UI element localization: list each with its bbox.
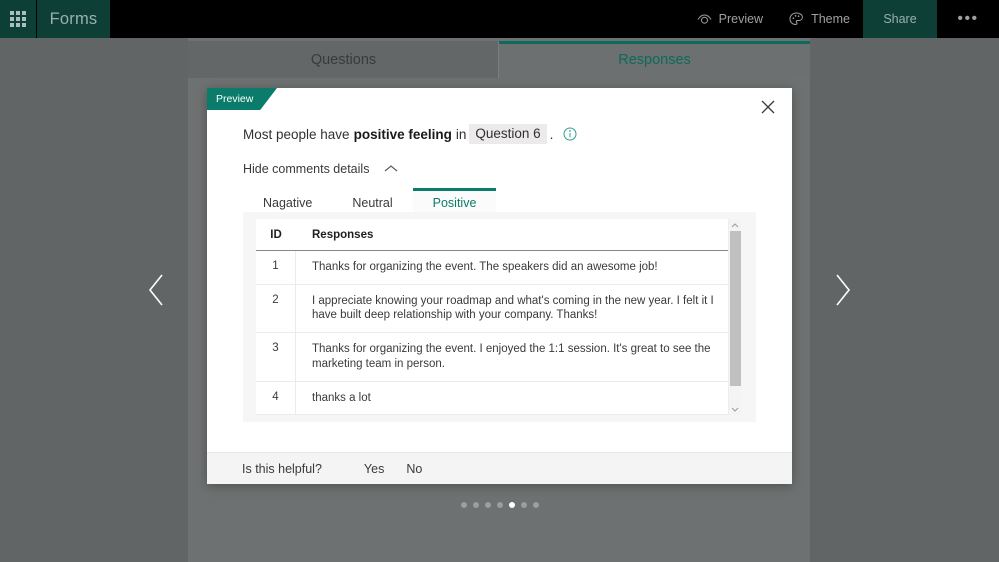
top-header-bar: Forms Preview Theme Share ••• (0, 0, 999, 38)
theme-label: Theme (811, 12, 850, 26)
close-dialog-button[interactable] (752, 94, 784, 124)
cell-id: 4 (256, 381, 296, 415)
question-chip[interactable]: Question 6 (469, 124, 547, 144)
column-header-responses: Responses (312, 228, 374, 241)
pagination-dot-active[interactable] (508, 502, 515, 508)
waffle-grid-icon (10, 11, 26, 27)
tab-questions-label: Questions (310, 51, 377, 68)
info-circle-icon[interactable] (563, 127, 577, 141)
scroll-down-icon[interactable] (729, 403, 741, 415)
brand-home-button[interactable]: Forms (36, 0, 110, 38)
column-header-id: ID (270, 228, 282, 241)
preview-button[interactable]: Preview (684, 0, 776, 38)
pagination-dot[interactable] (472, 502, 479, 508)
responses-table: ID Responses 1 Thanks for organizing the… (256, 219, 741, 415)
responses-table-panel: ID Responses 1 Thanks for organizing the… (243, 212, 756, 422)
table-row[interactable]: 3 Thanks for organizing the event. I enj… (256, 333, 741, 382)
tab-questions[interactable]: Questions (188, 41, 499, 78)
table-header-row: ID Responses (256, 219, 741, 251)
scroll-up-icon[interactable] (729, 219, 741, 231)
cell-response: Thanks for organizing the event. I enjoy… (312, 343, 711, 370)
chevron-up-icon (384, 160, 398, 178)
share-label: Share (883, 12, 917, 26)
sentiment-tab-positive-label: Positive (432, 196, 477, 210)
hide-comments-toggle[interactable]: Hide comments details (243, 160, 398, 178)
cell-id: 3 (256, 333, 296, 381)
scrollbar-thumb[interactable] (730, 231, 741, 386)
headline-middle: in (455, 126, 467, 142)
app-launcher-button[interactable] (0, 0, 36, 38)
scrollbar-track[interactable] (729, 231, 741, 403)
cell-response: Thanks for organizing the event. The spe… (312, 261, 658, 273)
brand-label: Forms (49, 9, 98, 28)
pagination-dot[interactable] (460, 502, 467, 508)
sentiment-tab-neutral-label: Neutral (352, 196, 393, 210)
share-button[interactable]: Share (863, 0, 937, 38)
close-icon (761, 100, 775, 119)
tab-responses-label: Responses (618, 51, 691, 68)
helpful-yes-button[interactable]: Yes (364, 462, 384, 476)
helpful-no-button[interactable]: No (406, 462, 422, 476)
theme-button[interactable]: Theme (776, 0, 863, 38)
cell-response: I appreciate knowing your roadmap and wh… (312, 294, 714, 322)
eye-icon (697, 13, 712, 25)
table-row[interactable]: 4 thanks a lot (256, 381, 741, 415)
next-insight-button[interactable] (820, 265, 864, 319)
headline-emphasis: positive feeling (353, 126, 452, 142)
table-scrollbar[interactable] (728, 219, 741, 415)
app-root: Forms Preview Theme Share ••• Questions … (0, 0, 999, 562)
table-row[interactable]: 1 Thanks for organizing the event. The s… (256, 251, 741, 285)
insight-dialog: Preview Most people have positive feelin… (207, 88, 792, 484)
dialog-footer: Is this helpful? Yes No (207, 452, 792, 484)
cell-response: thanks a lot (312, 391, 371, 404)
palette-icon (789, 12, 804, 26)
pagination-dot[interactable] (532, 502, 539, 508)
preview-label: Preview (718, 12, 764, 26)
headline-prefix: Most people have (243, 126, 350, 142)
more-options-button[interactable]: ••• (937, 0, 999, 38)
preview-ribbon-badge: Preview (207, 88, 277, 110)
chevron-right-icon (832, 272, 852, 313)
hide-comments-label: Hide comments details (243, 162, 370, 176)
cell-id: 1 (256, 251, 296, 284)
helpful-question-label: Is this helpful? (242, 461, 322, 476)
headline-period: . (549, 126, 554, 142)
insight-headline: Most people have positive feeling in Que… (243, 124, 752, 144)
tab-responses[interactable]: Responses (499, 41, 810, 78)
preview-ribbon-label: Preview (216, 93, 254, 105)
sentiment-tab-negative-label: Nagative (263, 196, 313, 210)
ellipsis-icon: ••• (957, 10, 979, 27)
insight-pagination (0, 502, 999, 508)
form-tabbar: Questions Responses (188, 41, 810, 78)
cell-id: 2 (256, 284, 296, 333)
table-row[interactable]: 2 I appreciate knowing your roadmap and … (256, 284, 741, 334)
pagination-dot[interactable] (496, 502, 503, 508)
pagination-dot[interactable] (484, 502, 491, 508)
tab-divider (498, 41, 499, 78)
previous-insight-button[interactable] (135, 265, 179, 319)
chevron-left-icon (147, 272, 167, 313)
pagination-dot[interactable] (520, 502, 527, 508)
